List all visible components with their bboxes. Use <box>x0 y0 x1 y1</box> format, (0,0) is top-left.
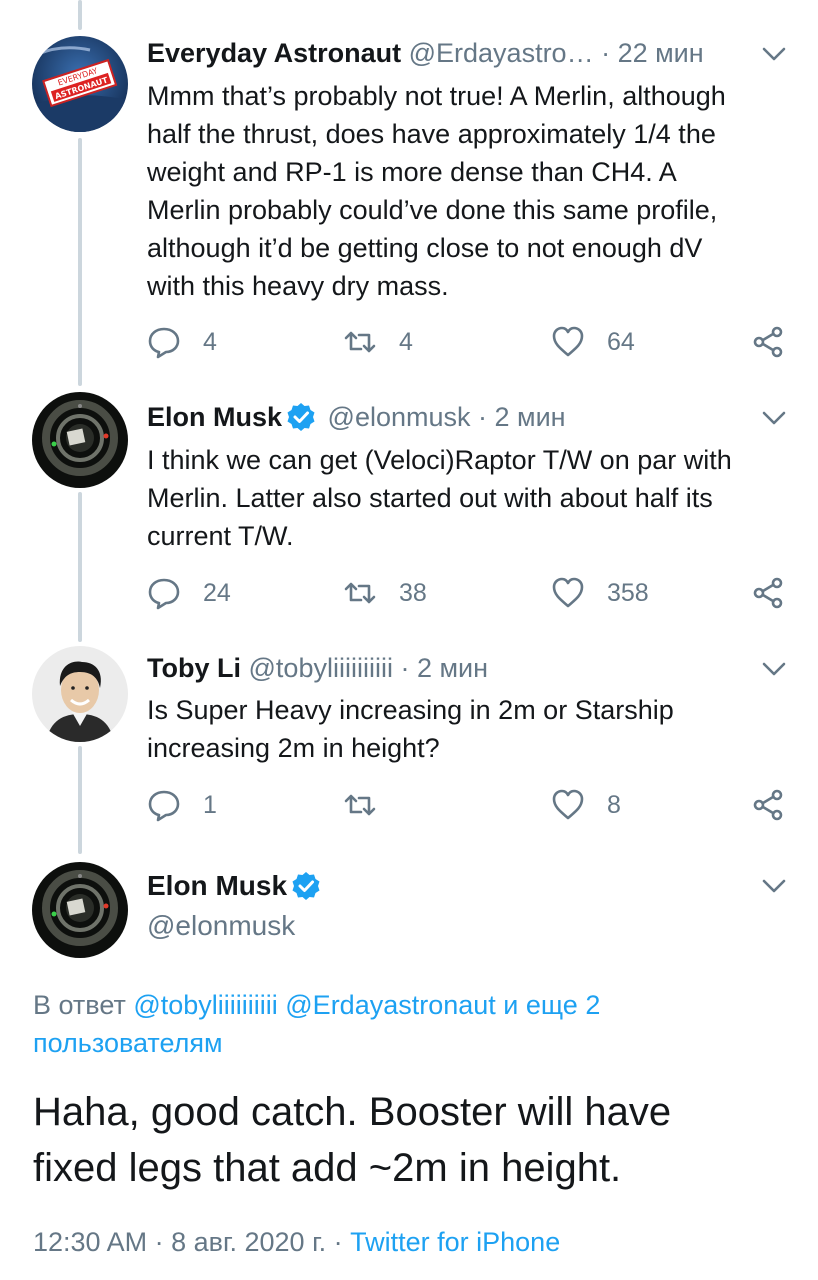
like-count: 8 <box>607 790 621 819</box>
tweet-actions: 1 8 <box>147 785 797 825</box>
retweet-icon <box>344 331 376 353</box>
tweet-text-line: Merlin probably could’ve done this same … <box>147 195 718 225</box>
like-count: 358 <box>607 578 649 607</box>
like-count: 64 <box>607 327 635 356</box>
like-icon <box>552 789 584 820</box>
author-name[interactable]: Elon Musk <box>147 870 287 901</box>
thread-line <box>78 0 82 30</box>
author-name[interactable]: Elon Musk <box>147 402 282 432</box>
reply-prefix: В ответ <box>33 990 126 1020</box>
retweet-count: 4 <box>399 327 413 356</box>
share-icon <box>753 326 783 358</box>
tweet-time: · 2 мин <box>400 653 489 683</box>
reply-users-link-continued[interactable]: пользователям <box>33 1024 793 1062</box>
reply-users-link[interactable]: @tobyliiiiiiiiii @Erdayastronaut и еще 2 <box>133 990 600 1020</box>
retweet-count: 38 <box>399 578 427 607</box>
retweet-icon <box>344 582 376 604</box>
chevron-down-icon[interactable] <box>762 878 786 894</box>
author-handle[interactable]: @elonmusk <box>328 402 471 432</box>
tweet-actions: 24 38 358 <box>147 573 797 613</box>
tweet-text-line: Mmm that’s probably not true! A Merlin, … <box>147 81 726 111</box>
reply-count: 1 <box>203 790 217 819</box>
reply-button[interactable]: 1 <box>147 785 217 825</box>
tweet-meta: 12:30 AM · 8 авг. 2020 г. · Twitter for … <box>33 1224 560 1260</box>
reply-button[interactable]: 4 <box>147 322 217 362</box>
reply-count: 24 <box>203 578 231 607</box>
tweet-text-line: Is Super Heavy increasing in 2m or Stars… <box>147 695 674 725</box>
tweet-header: Toby Li @tobyliiiiiiiiii · 2 мин <box>147 651 488 685</box>
like-icon <box>552 326 584 357</box>
like-button[interactable]: 64 <box>551 322 635 362</box>
retweet-icon <box>344 794 376 816</box>
author-name[interactable]: Everyday Astronaut <box>147 38 401 68</box>
tweet-text-line: half the thrust, does have approximately… <box>147 119 716 149</box>
author-handle[interactable]: @Erdayastro… <box>409 38 594 68</box>
share-icon <box>753 789 783 821</box>
tweet-time: · 22 мин <box>601 38 704 68</box>
chevron-down-icon[interactable] <box>762 661 786 677</box>
retweet-button[interactable]: 4 <box>343 322 413 362</box>
tweet-time: · 2 мин <box>478 402 566 432</box>
tweet-header: Elon Musk @elonmusk · 2 мин <box>147 400 566 434</box>
chevron-down-icon[interactable] <box>762 46 786 62</box>
tweet-text: Mmm that’s probably not true! A Merlin, … <box>147 77 797 305</box>
tweet-actions: 4 4 64 <box>147 322 797 362</box>
tweet-text: I think we can get (Veloci)Raptor T/W on… <box>147 441 797 555</box>
chevron-down-icon[interactable] <box>762 410 786 426</box>
verified-badge-icon <box>292 872 320 900</box>
tweet-text-line: current T/W. <box>147 521 294 551</box>
verified-badge-icon <box>287 403 315 431</box>
tweet-text-line: increasing 2m in height? <box>147 733 440 763</box>
retweet-button[interactable]: 38 <box>343 573 427 613</box>
author-name[interactable]: Toby Li <box>147 653 241 683</box>
meta-separator: · <box>326 1227 351 1257</box>
tweet-text-line: with this heavy dry mass. <box>147 271 449 301</box>
reply-icon <box>148 790 180 822</box>
tweet-header: Everyday Astronaut @Erdayastro… · 22 мин <box>147 36 704 70</box>
avatar-toby-li[interactable] <box>32 646 128 742</box>
retweet-button[interactable] <box>343 785 399 825</box>
tweet-text-line: although it’d be getting close to not en… <box>147 233 703 263</box>
tweet-client-link[interactable]: Twitter for iPhone <box>350 1227 560 1257</box>
thread-line <box>78 746 82 854</box>
share-button[interactable] <box>751 785 785 825</box>
like-icon <box>552 577 584 608</box>
like-button[interactable]: 358 <box>551 573 649 613</box>
reply-icon <box>148 578 180 610</box>
reply-icon <box>148 327 180 359</box>
avatar-elon-musk[interactable] <box>32 392 128 488</box>
replying-to: В ответ @tobyliiiiiiiiii @Erdayastronaut… <box>33 986 793 1062</box>
tweet-text-line: Merlin. Latter also started out with abo… <box>147 483 713 513</box>
like-button[interactable]: 8 <box>551 785 621 825</box>
main-tweet-text-line: fixed legs that add ~2m in height. <box>33 1146 622 1190</box>
reply-button[interactable]: 24 <box>147 573 231 613</box>
tweet-text-line: weight and RP-1 is more dense than CH4. … <box>147 157 677 187</box>
tweet-timestamp[interactable]: 12:30 AM · 8 авг. 2020 г. <box>33 1227 326 1257</box>
main-tweet-text: Haha, good catch. Booster will have fixe… <box>33 1084 803 1196</box>
main-tweet-text-line: Haha, good catch. Booster will have <box>33 1090 672 1134</box>
thread-line <box>78 492 82 642</box>
share-button[interactable] <box>751 322 785 362</box>
main-author-handle[interactable]: @elonmusk <box>147 908 295 944</box>
avatar-elon-musk-main[interactable] <box>32 862 128 958</box>
thread-line <box>78 138 82 386</box>
reply-count: 4 <box>203 327 217 356</box>
avatar-everyday-astronaut[interactable]: EVERYDAY ASTRONAUT <box>32 36 128 132</box>
author-handle[interactable]: @tobyliiiiiiiiii <box>249 653 393 683</box>
share-icon <box>753 577 783 609</box>
main-author-name[interactable]: Elon Musk <box>147 868 325 904</box>
share-button[interactable] <box>751 573 785 613</box>
tweet-text-line: I think we can get (Veloci)Raptor T/W on… <box>147 445 732 475</box>
tweet-text: Is Super Heavy increasing in 2m or Stars… <box>147 691 797 767</box>
